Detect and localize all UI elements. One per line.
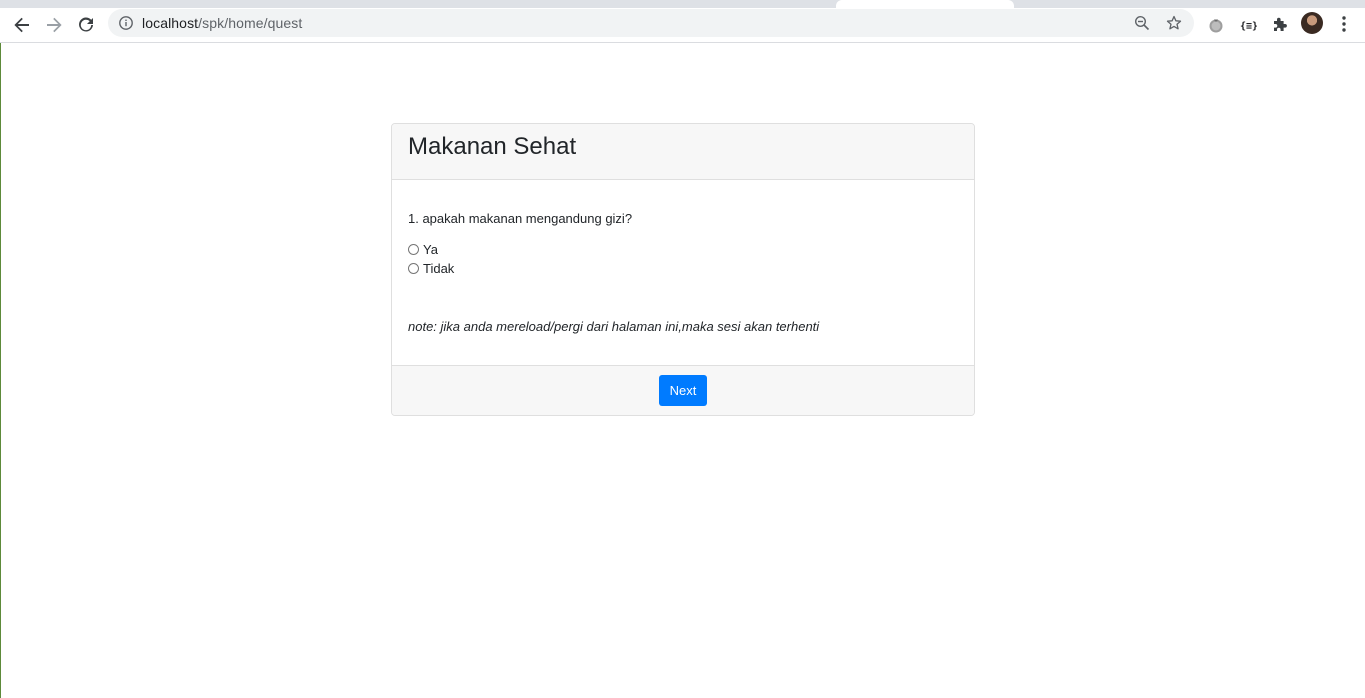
radio-tidak[interactable] — [408, 263, 419, 274]
option-tidak-label: Tidak — [423, 261, 455, 276]
inactive-tab-area[interactable] — [0, 0, 842, 5]
option-ya-label: Ya — [423, 242, 438, 257]
back-button[interactable] — [8, 11, 36, 39]
next-button[interactable]: Next — [659, 375, 707, 406]
url-path: /spk/home/quest — [198, 15, 303, 31]
card-footer: Next — [392, 365, 974, 415]
card-body: 1. apakah makanan mengandung gizi? Ya Ti… — [392, 180, 974, 366]
reload-button[interactable] — [72, 11, 100, 39]
tab-strip — [0, 0, 1365, 8]
extension-icon[interactable] — [1206, 15, 1226, 35]
bookmark-star-icon[interactable] — [1166, 15, 1182, 31]
quiz-card: Makanan Sehat 1. apakah makanan mengandu… — [391, 123, 975, 416]
browser-chrome: localhost/spk/home/quest {≡} — [0, 0, 1365, 43]
question-text: 1. apakah makanan mengandung gizi? — [408, 211, 633, 226]
radio-ya[interactable] — [408, 244, 419, 255]
back-arrow-icon — [14, 17, 29, 33]
option-tidak[interactable]: Tidak — [408, 261, 454, 276]
url-text[interactable]: localhost/spk/home/quest — [142, 15, 302, 31]
session-note: note: jika anda mereload/pergi dari hala… — [408, 319, 820, 334]
reload-icon — [79, 17, 93, 32]
address-bar[interactable]: localhost/spk/home/quest — [108, 9, 1194, 37]
option-ya[interactable]: Ya — [408, 242, 438, 257]
card-title: Makanan Sehat — [408, 133, 577, 160]
json-formatter-icon[interactable]: {≡} — [1238, 15, 1258, 35]
forward-button[interactable] — [40, 11, 68, 39]
braces-icon: {≡} — [1240, 21, 1257, 32]
forward-arrow-icon — [47, 17, 62, 33]
profile-avatar[interactable] — [1301, 12, 1323, 34]
puzzle-icon[interactable] — [1270, 15, 1290, 35]
menu-dots-icon[interactable] — [1337, 14, 1351, 34]
browser-toolbar: localhost/spk/home/quest {≡} — [0, 8, 1365, 42]
info-icon[interactable] — [118, 15, 134, 31]
zoom-out-icon[interactable] — [1134, 15, 1150, 31]
active-tab[interactable] — [836, 0, 1014, 8]
card-header: Makanan Sehat — [392, 124, 974, 180]
url-host: localhost — [142, 15, 199, 31]
extensions-puzzle-icon — [1274, 17, 1287, 31]
tomato-extension-icon — [1209, 19, 1223, 33]
window-edge — [0, 43, 1, 698]
svg-text:{≡}: {≡} — [1240, 21, 1257, 32]
